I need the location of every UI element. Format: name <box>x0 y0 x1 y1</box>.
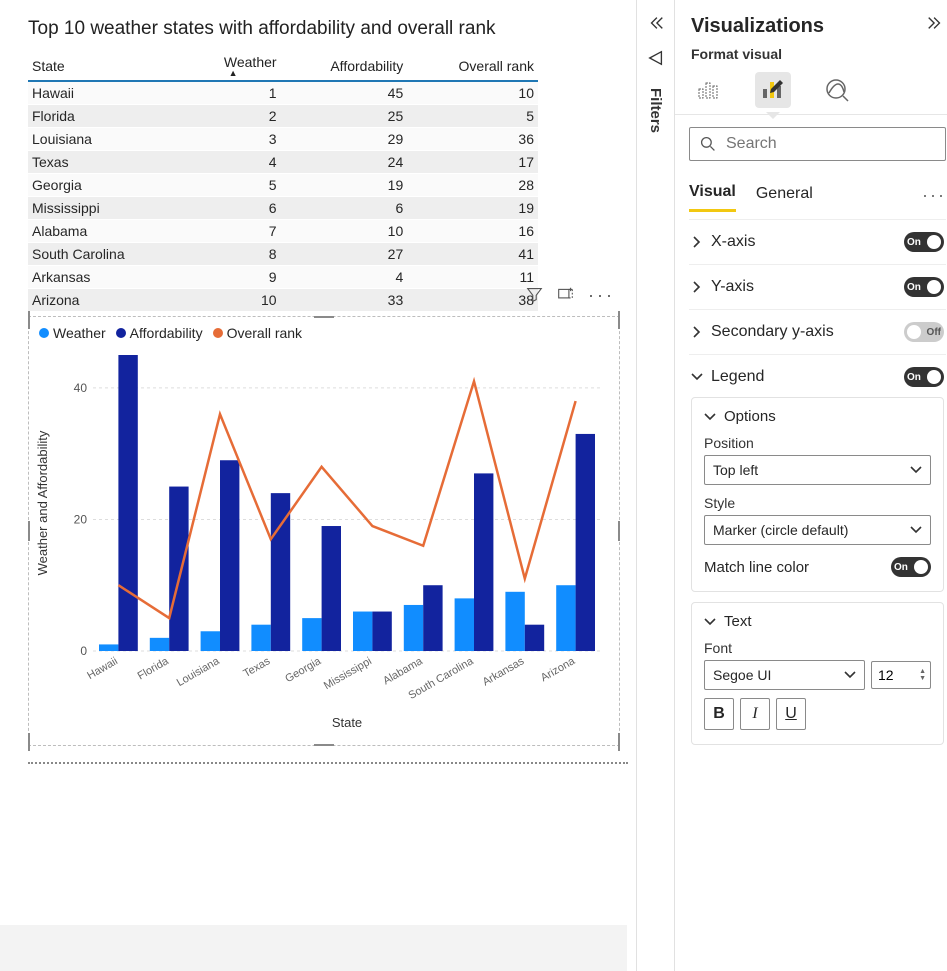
table-row[interactable]: Hawaii14510 <box>28 81 538 105</box>
italic-button[interactable]: I <box>740 698 770 730</box>
toggle-secondary-yaxis[interactable]: Off <box>904 322 944 342</box>
card-legend[interactable]: Legend On <box>691 367 944 387</box>
table-row[interactable]: Alabama71016 <box>28 220 538 243</box>
toggle-match-line-color[interactable]: On <box>891 557 931 577</box>
svg-text:Mississippi: Mississippi <box>322 655 374 692</box>
bold-button[interactable]: B <box>704 698 734 730</box>
svg-text:0: 0 <box>80 644 87 658</box>
chevron-down-icon <box>844 669 856 681</box>
card-yaxis[interactable]: Y-axis On <box>691 277 944 297</box>
chevron-down-icon <box>704 616 716 628</box>
svg-text:Florida: Florida <box>136 655 172 683</box>
chevron-down-icon <box>691 371 703 383</box>
select-font[interactable]: Segoe UI <box>704 660 865 690</box>
svg-text:Alabama: Alabama <box>381 655 425 688</box>
chevron-right-icon <box>691 236 703 248</box>
search-icon <box>700 136 716 152</box>
svg-text:20: 20 <box>74 512 88 526</box>
data-table: State Weather ▲ Affordability Overall ra… <box>28 48 538 312</box>
chevron-down-icon <box>910 524 922 536</box>
svg-text:Weather and Affordability: Weather and Affordability <box>35 430 50 575</box>
toggle-legend[interactable]: On <box>904 367 944 387</box>
svg-text:State: State <box>332 715 362 730</box>
label-position: Position <box>704 435 931 451</box>
chevron-down-icon <box>910 464 922 476</box>
label-style: Style <box>704 495 931 511</box>
status-bar <box>0 925 627 971</box>
card-xaxis[interactable]: X-axis On <box>691 232 944 252</box>
visualizations-pane: Visualizations Format visual <box>674 0 947 971</box>
subcard-options[interactable]: Options <box>704 408 931 425</box>
label-match-line-color: Match line color <box>704 559 809 576</box>
spin-down-icon[interactable]: ▼ <box>919 675 926 682</box>
table-row[interactable]: Arkansas9411 <box>28 266 538 289</box>
focus-mode-icon[interactable] <box>557 286 574 306</box>
pane-title: Visualizations <box>691 15 824 38</box>
table-row[interactable]: South Carolina82741 <box>28 243 538 266</box>
chart-legend: Weather Affordability Overall rank <box>29 317 619 341</box>
collapse-filters-icon[interactable] <box>647 14 665 35</box>
format-visual-tab[interactable] <box>755 72 791 108</box>
divider <box>28 762 628 764</box>
svg-text:Louisiana: Louisiana <box>175 655 223 689</box>
spin-up-icon[interactable]: ▲ <box>919 668 926 675</box>
svg-text:Hawaii: Hawaii <box>85 655 120 682</box>
underline-button[interactable]: U <box>776 698 806 730</box>
table-row[interactable]: Mississippi6619 <box>28 197 538 220</box>
table-row[interactable]: Louisiana32936 <box>28 128 538 151</box>
expand-pane-icon[interactable] <box>926 14 944 38</box>
analytics-tab[interactable] <box>819 72 855 108</box>
toggle-yaxis[interactable]: On <box>904 277 944 297</box>
bookmark-icon[interactable] <box>647 49 665 70</box>
subcard-text[interactable]: Text <box>704 613 931 630</box>
chart-visual[interactable]: ··· Weather Affordability Overall rank 0… <box>28 316 620 746</box>
table-row[interactable]: Florida2255 <box>28 105 538 128</box>
combo-chart: 0 20 40 Hawaii FloridaLouisiana Texas GeorgiaM… <box>29 341 619 733</box>
more-options-icon[interactable]: ··· <box>588 285 615 306</box>
format-search[interactable] <box>689 127 946 161</box>
svg-text:40: 40 <box>74 381 88 395</box>
toggle-xaxis[interactable]: On <box>904 232 944 252</box>
table-row[interactable]: Arizona103338 <box>28 289 538 312</box>
chevron-right-icon <box>691 281 703 293</box>
card-secondary-yaxis[interactable]: Secondary y-axis Off <box>691 322 944 342</box>
table-row[interactable]: Georgia51928 <box>28 174 538 197</box>
tab-visual[interactable]: Visual <box>689 179 736 212</box>
select-style[interactable]: Marker (circle default) <box>704 515 931 545</box>
chevron-right-icon <box>691 326 703 338</box>
more-format-options[interactable]: ··· <box>922 185 946 206</box>
font-size-input[interactable]: ▲▼ <box>871 661 931 689</box>
chevron-down-icon <box>704 411 716 423</box>
svg-text:Georgia: Georgia <box>283 655 324 685</box>
search-input[interactable] <box>724 134 935 154</box>
svg-text:Arizona: Arizona <box>539 655 578 684</box>
tab-general[interactable]: General <box>756 181 813 211</box>
col-state[interactable]: State <box>28 48 186 81</box>
build-visual-tab[interactable] <box>691 72 727 108</box>
filters-pane-label[interactable]: Filters <box>647 88 664 133</box>
col-overall[interactable]: Overall rank <box>407 48 538 81</box>
table-row[interactable]: Texas42417 <box>28 151 538 174</box>
filter-icon[interactable] <box>526 286 543 306</box>
svg-text:Texas: Texas <box>241 655 272 680</box>
pane-subtitle: Format visual <box>691 46 944 62</box>
col-afford[interactable]: Affordability <box>281 48 408 81</box>
col-weather[interactable]: Weather ▲ <box>186 48 281 81</box>
label-font: Font <box>704 640 931 656</box>
select-position[interactable]: Top left <box>704 455 931 485</box>
report-title: Top 10 weather states with affordability… <box>28 18 628 40</box>
svg-text:Arkansas: Arkansas <box>481 655 527 689</box>
